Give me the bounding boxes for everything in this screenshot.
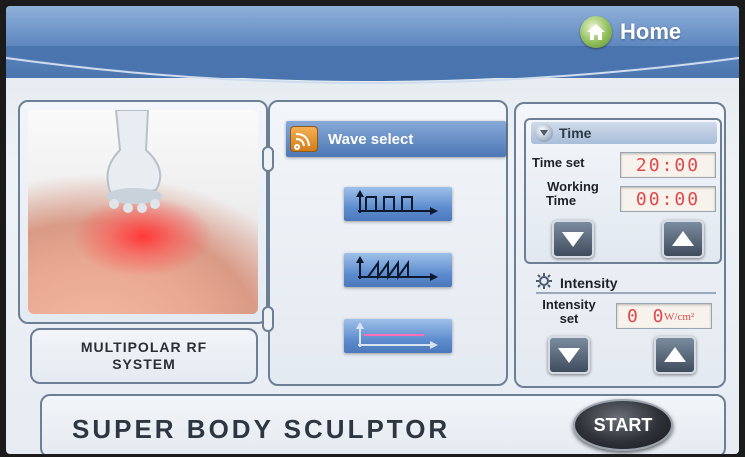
treatment-photo-panel xyxy=(18,100,268,324)
system-label-panel: MULTIPOLAR RF SYSTEM xyxy=(30,328,258,384)
intensity-decrease-button[interactable] xyxy=(548,336,590,374)
wave-select-icon xyxy=(290,126,318,152)
intensity-set-label-line2: set xyxy=(559,311,579,326)
intensity-title: Intensity xyxy=(560,275,618,291)
panel-divider-knob xyxy=(262,306,274,332)
device-screen: Home MULTIPOLAR RF SYSTEM Wave select Ti… xyxy=(6,6,739,454)
chevron-down-icon xyxy=(535,124,553,142)
working-time-display: 00:00 xyxy=(620,186,716,212)
flat-line-wave-button[interactable] xyxy=(344,319,452,353)
panel-divider-knob xyxy=(262,146,274,172)
working-time-label-line2: Time xyxy=(545,193,577,208)
gear-icon xyxy=(536,272,552,294)
home-label: Home xyxy=(620,19,682,44)
start-button[interactable]: START xyxy=(573,399,673,451)
square-wave-button[interactable] xyxy=(344,187,452,221)
arrow-up-icon xyxy=(672,231,694,246)
sawtooth-wave-icon xyxy=(356,256,438,281)
time-set-label: Time set xyxy=(532,155,585,170)
time-set-display[interactable]: 20:00 xyxy=(620,152,716,178)
wave-select-header: Wave select xyxy=(286,121,506,157)
home-button[interactable]: Home xyxy=(580,14,710,50)
intensity-header: Intensity xyxy=(536,272,716,294)
intensity-set-label-line1: Intensity xyxy=(542,297,596,312)
treatment-photo xyxy=(28,110,258,314)
sawtooth-wave-button[interactable] xyxy=(344,253,452,287)
intensity-unit: W/cm² xyxy=(664,311,695,323)
time-decrease-button[interactable] xyxy=(552,220,594,258)
header-wave-decoration xyxy=(6,46,739,84)
brand-title: SUPER BODY SCULPTOR xyxy=(72,414,451,444)
system-label: MULTIPOLAR RF SYSTEM xyxy=(80,339,208,372)
time-increase-button[interactable] xyxy=(662,220,704,258)
arrow-up-icon xyxy=(664,347,686,362)
wave-select-label: Wave select xyxy=(328,130,414,148)
time-header: Time xyxy=(531,122,717,144)
arrow-down-icon xyxy=(558,348,580,363)
time-title: Time xyxy=(559,125,592,141)
intensity-value: 0 0 xyxy=(627,305,666,327)
start-label: START xyxy=(593,414,653,435)
flat-line-wave-icon xyxy=(356,322,438,349)
home-icon xyxy=(580,16,612,48)
working-time-label-line1: Working xyxy=(547,179,599,194)
square-wave-icon xyxy=(356,190,438,215)
intensity-increase-button[interactable] xyxy=(654,336,696,374)
arrow-down-icon xyxy=(562,232,584,247)
